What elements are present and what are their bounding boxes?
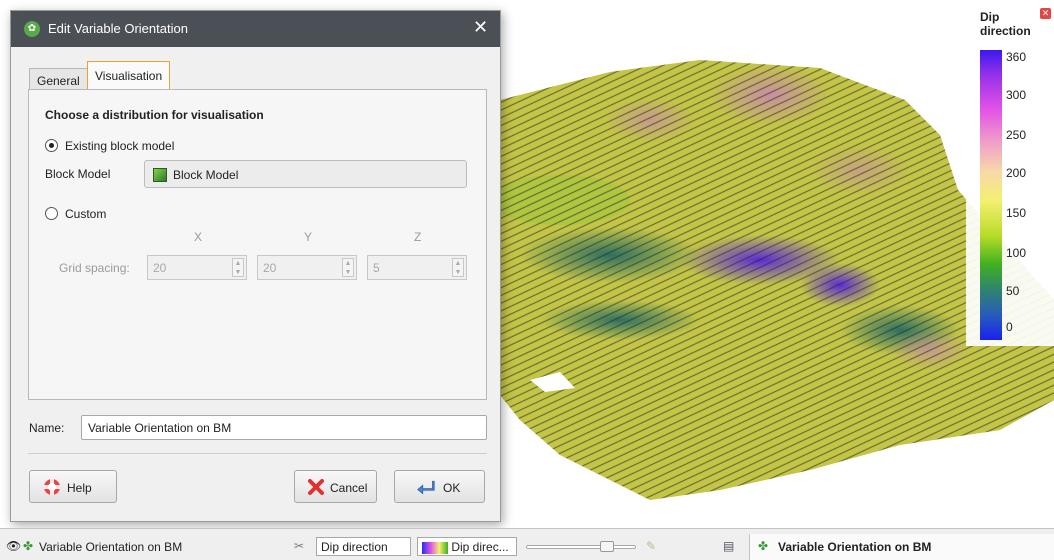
existing-block-model-label: Existing block model [65,139,175,153]
visualisation-panel [28,89,487,400]
edit-variable-orientation-dialog: ✿ Edit Variable Orientation ✕ General Vi… [10,10,501,522]
legend-tick: 0 [1006,320,1013,334]
colour-legend: Dip direction ✕ 360 300 250 200 150 100 … [966,6,1054,346]
legend-tick: 50 [1006,284,1020,298]
block-model-value: Block Model [173,168,239,182]
dialog-titlebar[interactable]: ✿ Edit Variable Orientation ✕ [11,11,500,47]
axis-x-label: X [194,230,203,244]
legend-close-icon[interactable]: ✕ [1040,8,1051,19]
axis-y-label: Y [304,230,313,244]
grid-spacing-y[interactable]: 20 ▲ ▼ [257,255,357,280]
block-model-select[interactable]: Block Model [144,160,467,188]
cancel-x-icon [308,479,324,495]
colour-by-select[interactable]: Dip direction [316,537,411,556]
grid-spacing-label: Grid spacing: [59,261,130,275]
existing-block-model-radio[interactable] [45,139,58,152]
eye-icon[interactable]: 👁 [6,539,21,553]
opacity-slider[interactable] [526,545,636,549]
grid-spacing-x[interactable]: 20 ▲ ▼ [147,255,247,280]
legend-tick: 250 [1006,128,1027,142]
ok-button[interactable]: OK [394,470,485,503]
object-tree-icon: ✤ [23,539,34,553]
object-tree-icon: ✤ [758,539,769,553]
legend-tick: 300 [1006,88,1027,102]
legend-tick: 200 [1006,166,1027,180]
spinner-arrows-icon[interactable]: ▲ ▼ [452,258,464,277]
legend-title: Dip direction [980,10,1031,38]
colourmap-swatch [422,541,448,554]
status-controls: 👁 ✤ Variable Orientation on BM ✂ Dip dir… [6,537,744,559]
spinner-arrows-icon[interactable]: ▲ ▼ [342,258,354,277]
legend-tick: 150 [1006,206,1027,220]
tool-icon[interactable]: ✂ [294,539,304,553]
ok-label: OK [443,481,461,495]
app-leaf-icon: ✿ [24,21,40,37]
colour-by-value: Dip direction [321,540,388,554]
object-name: Variable Orientation on BM [39,540,183,554]
selected-object-panel: ✤ Variable Orientation on BM [749,534,1054,560]
cancel-button[interactable]: Cancel [294,470,377,503]
colourmap-select[interactable]: Dip direc... [417,537,517,556]
close-icon[interactable]: ✕ [473,17,488,38]
legend-colour-bar [980,50,1002,340]
grid-x-value: 20 [153,261,167,275]
pen-icon[interactable]: ✎ [646,539,656,553]
custom-radio[interactable] [45,207,58,220]
grid-y-value: 20 [263,261,277,275]
colourmap-value: Dip direc... [451,540,509,554]
ok-arrow-icon [417,480,435,495]
axis-z-label: Z [414,230,422,244]
grid-z-value: 5 [373,261,380,275]
legend-tick: 360 [1006,50,1027,64]
name-label: Name: [29,421,65,435]
help-label: Help [67,481,92,495]
legend-tick: 100 [1006,246,1027,260]
block-model-label: Block Model [45,167,111,181]
table-icon[interactable]: ▤ [723,539,734,553]
spinner-arrows-icon[interactable]: ▲ ▼ [232,258,244,277]
cancel-label: Cancel [330,481,368,495]
custom-label: Custom [65,207,107,221]
selected-object-name: Variable Orientation on BM [778,540,932,554]
tab-general[interactable]: General [29,68,88,90]
divider [28,453,487,454]
help-lifebuoy-icon [44,479,60,495]
tab-visualisation[interactable]: Visualisation [87,61,171,90]
name-input[interactable]: Variable Orientation on BM [81,415,487,440]
grid-spacing-z[interactable]: 5 ▲ ▼ [367,255,467,280]
section-title: Choose a distribution for visualisation [45,108,264,122]
dialog-title: Edit Variable Orientation [48,21,188,36]
opacity-slider-handle[interactable] [600,541,614,552]
cube-icon [153,168,167,182]
help-button[interactable]: Help [29,470,117,503]
